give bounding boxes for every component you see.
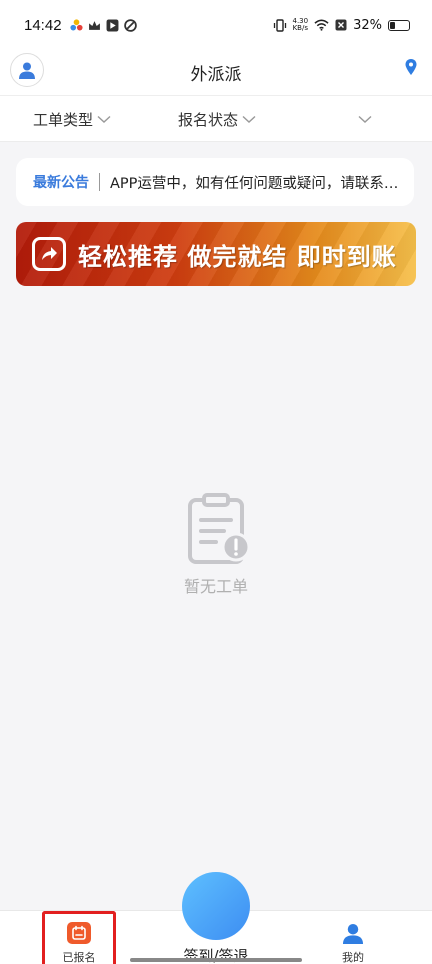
battery-fill xyxy=(390,21,396,29)
filter-registration-status[interactable]: 报名状态 xyxy=(178,96,256,142)
announcement-divider xyxy=(99,173,100,191)
net-speed-unit: KB/s xyxy=(292,24,308,32)
page-title: 外派派 xyxy=(190,65,242,85)
app-header: 外派派 xyxy=(0,50,432,96)
wifi-icon xyxy=(314,19,329,31)
link-app-icon xyxy=(123,18,137,32)
filter-third[interactable] xyxy=(354,96,372,142)
filter-bar: 工单类型 报名状态 xyxy=(0,96,432,142)
no-sim-icon xyxy=(335,19,347,31)
chevron-down-icon xyxy=(242,115,256,123)
net-speed: 4.30 KB/s xyxy=(293,18,309,32)
vibrate-icon xyxy=(273,18,286,32)
status-right: 4.30 KB/s 32% xyxy=(273,17,410,33)
filter-registration-status-label: 报名状态 xyxy=(178,110,239,129)
empty-state-text: 暂无工单 xyxy=(183,577,248,596)
status-bar: 14:42 4.30 KB/s 32% xyxy=(0,0,432,50)
battery-icon xyxy=(388,19,410,31)
home-indicator[interactable] xyxy=(130,958,302,962)
checkin-button[interactable] xyxy=(182,872,250,940)
announcement-text: APP运营中，如有任何问题或疑问，请联系客服 xyxy=(110,175,402,192)
chevron-down-icon xyxy=(358,115,372,123)
promo-banner[interactable]: 轻松推荐 做完就结 即时到账 xyxy=(16,222,416,286)
calendar-icon xyxy=(67,922,91,944)
filter-order-type[interactable]: 工单类型 xyxy=(33,96,111,142)
empty-clipboard-icon xyxy=(188,493,251,564)
person-icon xyxy=(342,923,364,944)
crown-icon xyxy=(88,20,100,30)
user-icon xyxy=(19,62,35,79)
status-time: 14:42 xyxy=(24,16,62,34)
location-icon[interactable] xyxy=(404,58,418,76)
announcement-bar[interactable]: 最新公告 APP运营中，如有任何问题或疑问，请联系客服 xyxy=(16,158,414,206)
avatar-button[interactable] xyxy=(10,53,44,87)
battery-percent: 32% xyxy=(353,17,382,33)
chevron-down-icon xyxy=(97,115,111,123)
notification-icons xyxy=(69,18,137,32)
banner-slogan: 轻松推荐 做完就结 即时到账 xyxy=(78,242,397,271)
share-icon xyxy=(32,237,66,271)
filter-order-type-label: 工单类型 xyxy=(33,110,94,129)
play-app-icon xyxy=(106,19,119,31)
multicolor-app-icon xyxy=(69,18,83,30)
announcement-tag: 最新公告 xyxy=(33,175,89,191)
